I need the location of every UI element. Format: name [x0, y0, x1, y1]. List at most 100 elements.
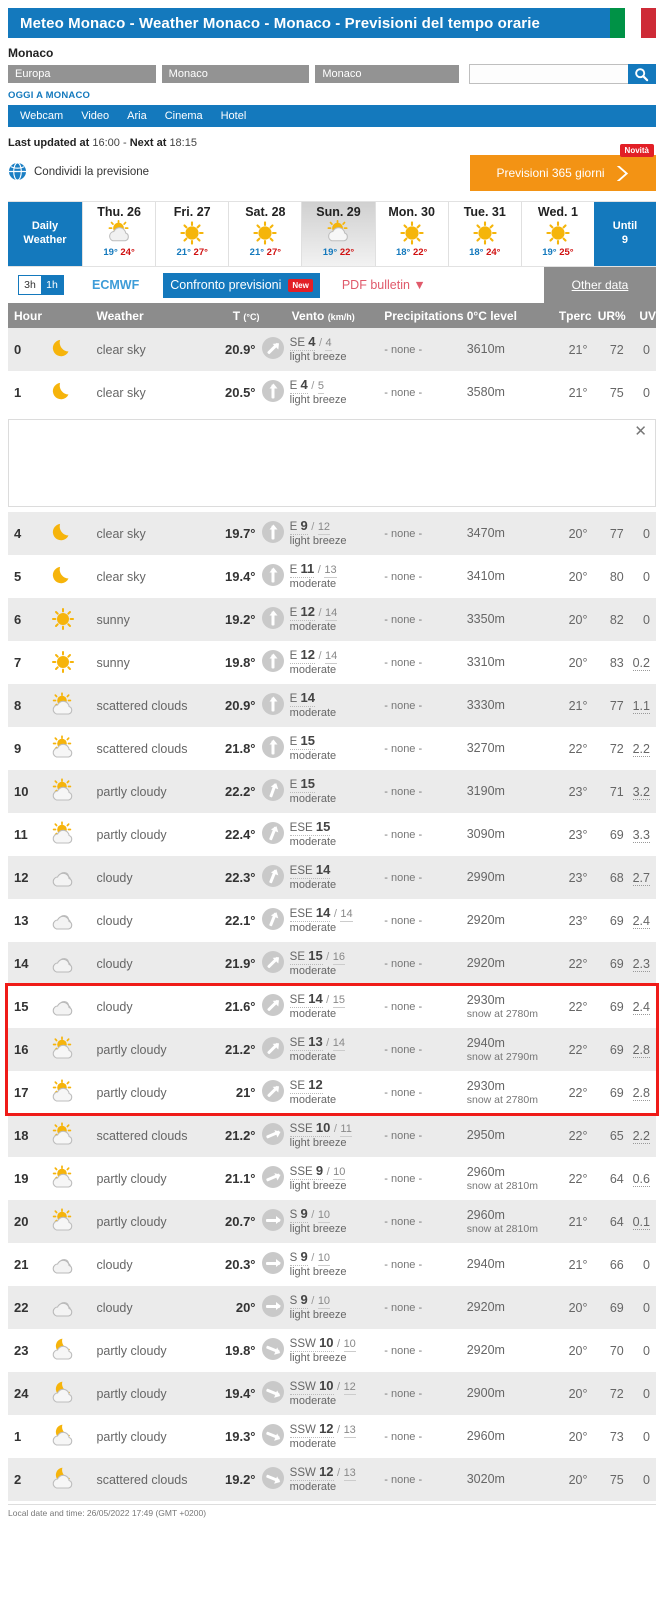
cell-hour: 12	[14, 870, 29, 885]
wind-description: light breeze	[289, 394, 347, 407]
cell-wind: S 9 / 10 light breeze	[286, 1243, 379, 1286]
cell-uv: 0.6	[632, 1171, 650, 1187]
table-row[interactable]: 18 scattered clouds 21.2° SSE 10 / 11 li…	[8, 1114, 656, 1157]
table-row[interactable]: 16 partly cloudy 21.2° SE 13 / 14 modera…	[8, 1028, 656, 1071]
compare-forecasts-button[interactable]: Confronto previsioni New	[163, 272, 320, 298]
wind-direction-icon	[260, 1071, 286, 1114]
wind-description: moderate	[289, 1395, 337, 1408]
interval-1h-option[interactable]: 1h	[41, 276, 63, 294]
nav-item-video[interactable]: Video	[81, 110, 109, 122]
snow-level: snow at 2810m	[466, 1179, 538, 1192]
day-tab-fri-27[interactable]: Fri. 27 21° 27°	[155, 202, 229, 266]
cell-uv: 0	[643, 1472, 650, 1487]
wind-gust: 14	[332, 1037, 345, 1051]
nav-item-webcam[interactable]: Webcam	[20, 110, 63, 122]
header-hour[interactable]: Hour	[8, 303, 49, 328]
day-tmin: 21°	[176, 247, 191, 258]
search-button[interactable]	[627, 64, 656, 84]
interval-toggle[interactable]: 3h 1h	[18, 275, 64, 295]
header-wind[interactable]: Vento (km/h)	[285, 303, 379, 328]
nav-item-aria[interactable]: Aria	[127, 110, 147, 122]
header-zero-level[interactable]: 0°C level	[460, 303, 552, 328]
cell-weather: cloudy	[96, 913, 133, 928]
next-update-prefix: Next at	[129, 137, 167, 149]
cell-tperc: 22°	[568, 1085, 588, 1100]
today-link[interactable]: OGGI A MONACO	[8, 90, 664, 101]
day-tab-tue-31[interactable]: Tue. 31 18° 24°	[447, 202, 521, 266]
table-row[interactable]: 23 partly cloudy 19.8° SSW 10 / 10 light…	[8, 1329, 656, 1372]
day-tab-sun-29[interactable]: Sun. 29 19° 22°	[301, 202, 375, 266]
day-tab-thu-26[interactable]: Thu. 26 19° 24°	[82, 202, 156, 266]
cell-tperc: 20°	[568, 1429, 588, 1444]
table-row[interactable]: 12 cloudy 22.3° ESE 14 moderate - none -…	[8, 856, 656, 899]
table-row[interactable]: 22 cloudy 20° S 9 / 10 light breeze - no…	[8, 1286, 656, 1329]
table-row[interactable]: 17 partly cloudy 21° SE 12 moderate - no…	[8, 1071, 656, 1114]
table-row[interactable]: 6 sunny 19.2° E 12 / 14 moderate - none …	[8, 598, 656, 641]
table-row[interactable]: 1 partly cloudy 19.3° SSW 12 / 13 modera…	[8, 1415, 656, 1458]
table-row[interactable]: 13 cloudy 22.1° ESE 14 / 14 moderate - n…	[8, 899, 656, 942]
cell-humidity: 64	[609, 1214, 624, 1229]
search-box	[469, 64, 656, 84]
forecast-365-button[interactable]: Novità Previsioni 365 giorni	[470, 144, 656, 191]
share-forecast-button[interactable]: Condividi la previsione	[8, 162, 149, 181]
nav-item-cinema[interactable]: Cinema	[165, 110, 203, 122]
header-humidity[interactable]: UR%	[591, 303, 626, 328]
cell-hour: 17	[14, 1085, 29, 1100]
cell-uv: 0	[643, 526, 650, 541]
breadcrumb-country[interactable]: Monaco	[161, 65, 310, 83]
table-row[interactable]: 2 scattered clouds 19.2° SSW 12 / 13 mod…	[8, 1458, 656, 1501]
table-row[interactable]: 21 cloudy 20.3° S 9 / 10 light breeze - …	[8, 1243, 656, 1286]
other-data-button[interactable]: Other data	[544, 267, 656, 303]
table-row[interactable]: 20 partly cloudy 20.7° S 9 / 10 light br…	[8, 1200, 656, 1243]
table-row[interactable]: 10 partly cloudy 22.2° E 15 moderate - n…	[8, 770, 656, 813]
header-weather[interactable]: Weather	[90, 303, 204, 328]
day-label: Fri. 27	[173, 205, 211, 219]
cell-wind: SSE 10 / 11 light breeze	[286, 1114, 379, 1157]
table-row[interactable]: 14 cloudy 21.9° SE 15 / 16 moderate - no…	[8, 942, 656, 985]
table-row[interactable]: 15 cloudy 21.6° SE 14 / 15 moderate - no…	[8, 985, 656, 1028]
wind-gust: 12	[317, 521, 331, 535]
table-row[interactable]: 19 partly cloudy 21.1° SSE 9 / 10 light …	[8, 1157, 656, 1200]
search-input[interactable]	[469, 64, 628, 84]
wind-description: moderate	[289, 922, 337, 935]
day-temps: 18° 22°	[396, 247, 427, 258]
cell-wind: SE 14 / 15 moderate	[286, 985, 379, 1028]
table-row[interactable]: 8 scattered clouds 20.9° E 14 moderate -…	[8, 684, 656, 727]
until-9-button[interactable]: Until 9	[593, 202, 656, 266]
table-row[interactable]: 4 clear sky 19.7° E 9 / 12 light breeze …	[8, 512, 656, 555]
snow-level: snow at 2810m	[466, 1222, 538, 1235]
cloud-icon	[48, 899, 90, 942]
table-row[interactable]: 11 partly cloudy 22.4° ESE 15 moderate -…	[8, 813, 656, 856]
day-tab-mon-30[interactable]: Mon. 30 18° 22°	[374, 202, 448, 266]
table-row[interactable]: 0 clear sky 20.9° SE 4 / 4 light breeze …	[8, 328, 656, 371]
model-ecmwf-link[interactable]: ECMWF	[92, 278, 139, 292]
header-temperature[interactable]: T (°C)	[203, 303, 260, 328]
interval-3h-option[interactable]: 3h	[19, 276, 41, 294]
close-icon[interactable]: ✕	[634, 424, 647, 439]
cell-tperc: 22°	[568, 956, 588, 971]
table-row[interactable]: 7 sunny 19.8° E 12 / 14 moderate - none …	[8, 641, 656, 684]
advertisement-box: ✕	[8, 419, 656, 507]
daily-weather-button[interactable]: Daily Weather	[8, 202, 82, 266]
table-row[interactable]: 5 clear sky 19.4° E 11 / 13 moderate - n…	[8, 555, 656, 598]
wind-gust: 5	[317, 380, 324, 394]
wind-description: light breeze	[289, 1223, 347, 1236]
day-tab-wed-1[interactable]: Wed. 1 19° 25°	[520, 202, 594, 266]
table-row[interactable]: 24 partly cloudy 19.4° SSW 10 / 12 moder…	[8, 1372, 656, 1415]
nav-item-hotel[interactable]: Hotel	[221, 110, 247, 122]
new-badge: New	[288, 278, 313, 292]
breadcrumb-city[interactable]: Monaco	[315, 65, 460, 83]
header-uv[interactable]: UV	[625, 303, 656, 328]
cell-weather: scattered clouds	[96, 698, 188, 713]
header-tperc[interactable]: Tperc	[551, 303, 592, 328]
cell-weather: partly cloudy	[96, 1386, 167, 1401]
table-row[interactable]: 9 scattered clouds 21.8° E 15 moderate -…	[8, 727, 656, 770]
header-precipitations[interactable]: Precipitations	[378, 303, 464, 328]
day-tmin: 18°	[469, 247, 484, 258]
pdf-bulletin-button[interactable]: PDF bulletin ▼	[342, 278, 426, 292]
breadcrumb-continent[interactable]: Europa	[8, 65, 156, 83]
cell-wind: E 9 / 12 light breeze	[286, 512, 379, 555]
wind-description: moderate	[289, 578, 337, 591]
table-row[interactable]: 1 clear sky 20.5° E 4 / 5 light breeze -…	[8, 371, 656, 414]
day-tab-sat-28[interactable]: Sat. 28 21° 27°	[228, 202, 302, 266]
